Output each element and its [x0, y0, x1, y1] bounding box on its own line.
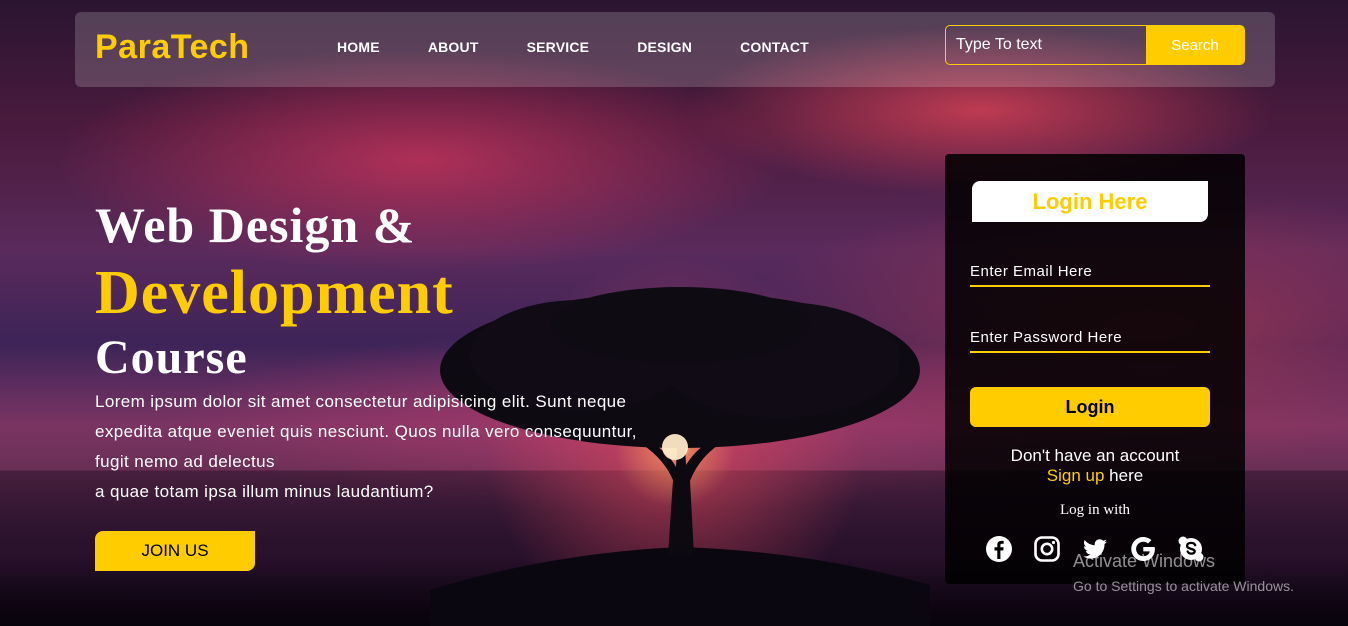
hero-paragraph: Lorem ipsum dolor sit amet consectetur a… [95, 387, 675, 507]
login-button[interactable]: Login [970, 387, 1210, 427]
nav-home[interactable]: HOME [337, 39, 380, 55]
email-field[interactable] [970, 257, 1210, 287]
nav-contact[interactable]: CONTACT [740, 39, 809, 55]
instagram-icon[interactable] [1033, 535, 1061, 563]
search-box: Search [945, 25, 1245, 65]
login-title: Login Here [972, 181, 1208, 222]
join-us-button[interactable]: JOIN US [95, 531, 255, 571]
navbar: ParaTech HOME ABOUT SERVICE DESIGN CONTA… [75, 12, 1275, 87]
facebook-icon[interactable] [985, 535, 1013, 563]
watermark-subtitle: Go to Settings to activate Windows. [1073, 578, 1294, 594]
signup-prompt: Don't have an account Sign up here [945, 446, 1245, 486]
password-field[interactable] [970, 323, 1210, 353]
site-logo[interactable]: ParaTech [95, 28, 250, 67]
activation-watermark: Activate Windows Go to Settings to activ… [1073, 551, 1294, 594]
signup-prefix: Don't have an account [1010, 446, 1180, 465]
hero-paragraph-text: Lorem ipsum dolor sit amet consectetur a… [95, 392, 637, 471]
nav-about[interactable]: ABOUT [428, 39, 479, 55]
hero-heading-line2: Development [95, 259, 454, 327]
signup-suffix: here [1104, 466, 1144, 485]
hero-paragraph-text-2: a quae totam ipsa illum minus laudantium… [95, 482, 434, 501]
hero-heading: Web Design & Development Course [95, 195, 675, 385]
main-menu: HOME ABOUT SERVICE DESIGN CONTACT [337, 39, 857, 55]
nav-design[interactable]: DESIGN [637, 39, 692, 55]
login-with-label: Log in with [1060, 502, 1130, 518]
search-input[interactable] [946, 26, 1146, 64]
hero-heading-line3: Course [95, 331, 248, 384]
signup-link[interactable]: Sign up [1047, 466, 1105, 485]
login-form: Login Here Login Don't have an account S… [945, 154, 1245, 584]
nav-service[interactable]: SERVICE [527, 39, 590, 55]
search-button[interactable]: Search [1146, 26, 1244, 64]
hero-heading-line1: Web Design & [95, 197, 416, 253]
watermark-title: Activate Windows [1073, 551, 1216, 571]
hero-section: Web Design & Development Course Lorem ip… [95, 195, 675, 507]
